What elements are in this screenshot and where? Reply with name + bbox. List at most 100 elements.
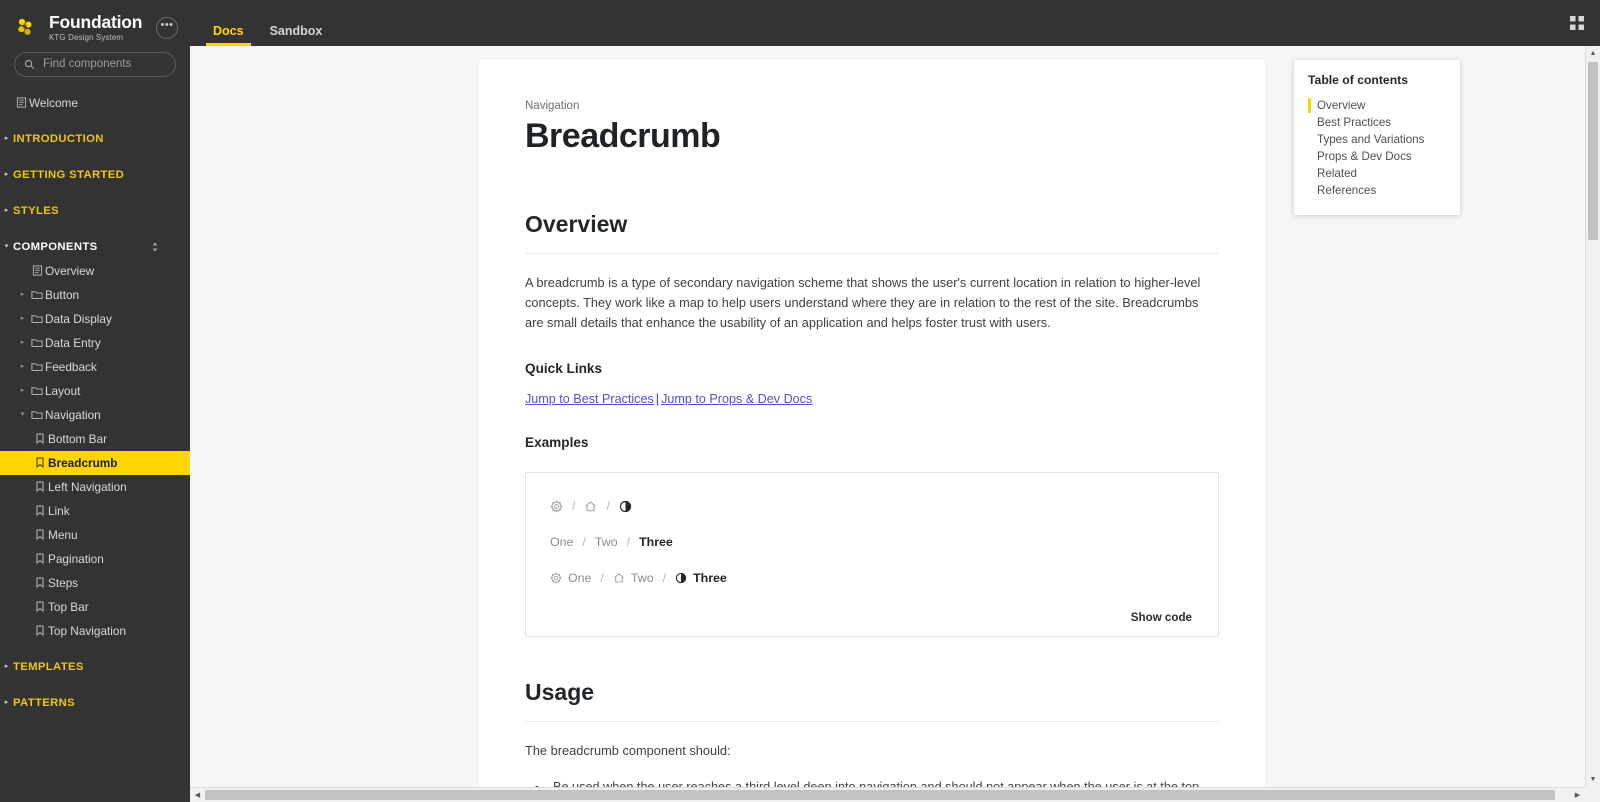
sidebar-section-patterns[interactable]: ▸ PATTERNS xyxy=(0,691,190,715)
story-icon xyxy=(32,553,48,564)
scroll-left-arrow-icon[interactable]: ◀ xyxy=(190,788,205,802)
toc-item-related[interactable]: Related xyxy=(1317,165,1446,182)
toc-item-best-practices[interactable]: Best Practices xyxy=(1317,114,1446,131)
sidebar-item-label: Top Navigation xyxy=(48,623,127,638)
breadcrumb-separator: / xyxy=(662,571,667,586)
fullscreen-icon[interactable] xyxy=(1568,14,1586,32)
chevron-right-icon: ▸ xyxy=(4,207,9,214)
breadcrumb-item[interactable]: Two xyxy=(595,535,618,549)
sidebar-item-navigation[interactable]: ▾ Navigation xyxy=(0,403,190,427)
sort-icon[interactable] xyxy=(150,241,160,253)
breadcrumb-separator: / xyxy=(606,499,610,514)
toc-item-types-and-variations[interactable]: Types and Variations xyxy=(1317,131,1446,148)
sidebar-item-data-entry[interactable]: ▸ Data Entry xyxy=(0,331,190,355)
tab-docs[interactable]: Docs xyxy=(200,24,257,47)
gear-icon xyxy=(550,500,563,513)
sidebar-section-introduction[interactable]: ▸ INTRODUCTION xyxy=(0,127,190,151)
sidebar-item-button[interactable]: ▸ Button xyxy=(0,283,190,307)
link-jump-props-dev-docs[interactable]: Jump to Props & Dev Docs xyxy=(661,392,812,406)
link-separator: | xyxy=(655,392,660,407)
sidebar-item-left-navigation[interactable]: Left Navigation xyxy=(0,475,190,499)
sidebar-item-label: Navigation xyxy=(45,407,101,422)
sidebar-item-bottom-bar[interactable]: Bottom Bar xyxy=(0,427,190,451)
breadcrumb-example-text-only: One / Two / Three xyxy=(550,535,1194,549)
sidebar-item-link[interactable]: Link xyxy=(0,499,190,523)
show-code-row: Show code xyxy=(550,607,1194,626)
scroll-down-arrow-icon[interactable]: ▼ xyxy=(1586,772,1600,787)
brand-subtitle: KTG Design System xyxy=(49,32,124,42)
vertical-scrollbar[interactable]: ▲ ▼ xyxy=(1585,46,1600,787)
sidebar-item-layout[interactable]: ▸ Layout xyxy=(0,379,190,403)
sidebar-item-label: Link xyxy=(48,503,70,518)
breadcrumb-item-current xyxy=(619,500,632,513)
sidebar-item-pagination[interactable]: Pagination xyxy=(0,547,190,571)
sidebar-item-label: Button xyxy=(45,287,80,302)
breadcrumb-example-icon-text: One / Two / Three xyxy=(550,571,1194,585)
scroll-up-arrow-icon[interactable]: ▲ xyxy=(1586,46,1600,61)
sidebar-item-top-navigation[interactable]: Top Navigation xyxy=(0,619,190,643)
story-icon xyxy=(32,433,48,444)
folder-icon xyxy=(29,289,45,300)
scroll-right-arrow-icon[interactable]: ▶ xyxy=(1570,788,1585,802)
more-options-button[interactable]: ••• xyxy=(156,16,178,39)
breadcrumb-item[interactable] xyxy=(584,500,597,513)
tab-sandbox[interactable]: Sandbox xyxy=(257,24,336,47)
toc-item-overview[interactable]: Overview xyxy=(1308,97,1446,114)
sidebar-section-styles[interactable]: ▸ STYLES xyxy=(0,199,190,223)
usage-intro: The breadcrumb component should: xyxy=(525,743,731,759)
breadcrumb-separator: / xyxy=(582,535,586,550)
sidebar-item-breadcrumb[interactable]: Breadcrumb xyxy=(0,450,190,475)
top-toolbar: Docs Sandbox xyxy=(190,0,1600,46)
sidebar-section-getting-started[interactable]: ▸ GETTING STARTED xyxy=(0,163,190,187)
breadcrumb-separator: / xyxy=(600,571,604,586)
toc-title: Table of contents xyxy=(1308,73,1408,87)
sidebar-section-label: PATTERNS xyxy=(13,696,76,709)
search-box[interactable]: / xyxy=(14,51,190,77)
toc-item-references[interactable]: References xyxy=(1317,182,1446,199)
breadcrumb-item[interactable] xyxy=(550,500,563,513)
search-section: / xyxy=(0,51,190,77)
gear-icon xyxy=(550,572,562,584)
breadcrumb-item[interactable]: One xyxy=(550,571,591,585)
search-icon xyxy=(24,59,35,70)
chevron-right-icon: ▸ xyxy=(4,663,9,670)
sidebar-section-label: INTRODUCTION xyxy=(13,132,104,145)
contrast-icon xyxy=(619,500,632,513)
sidebar-section-label: TEMPLATES xyxy=(13,660,84,673)
sidebar-section-components[interactable]: ▾ COMPONENTS xyxy=(0,235,190,259)
vertical-scrollbar-thumb[interactable] xyxy=(1588,62,1598,240)
chevron-right-icon: ▸ xyxy=(20,315,25,322)
folder-icon xyxy=(29,385,45,396)
sidebar-item-label: Welcome xyxy=(29,95,78,110)
chevron-down-icon: ▾ xyxy=(4,243,9,250)
sidebar-item-label: Top Bar xyxy=(48,599,89,614)
breadcrumb-example-icons-only: / / xyxy=(550,499,1194,513)
sidebar-item-welcome[interactable]: Welcome xyxy=(0,91,190,115)
page-title: Breadcrumb xyxy=(525,117,721,155)
sidebar-item-steps[interactable]: Steps xyxy=(0,571,190,595)
story-icon xyxy=(32,577,48,588)
chevron-right-icon: ▸ xyxy=(4,171,9,178)
breadcrumb-item[interactable]: Two xyxy=(613,571,654,585)
sidebar-item-feedback[interactable]: ▸ Feedback xyxy=(0,355,190,379)
search-input[interactable] xyxy=(41,57,190,71)
horizontal-scrollbar[interactable]: ◀ ▶ xyxy=(190,787,1585,802)
folder-icon xyxy=(29,361,45,372)
sidebar-item-top-bar[interactable]: Top Bar xyxy=(0,595,190,619)
home-icon xyxy=(613,572,625,584)
main-area: Docs Sandbox Navigation Breadcrumb Overv… xyxy=(190,0,1600,802)
breadcrumb-item-label: Three xyxy=(693,571,727,586)
sidebar-item-data-display[interactable]: ▸ Data Display xyxy=(0,307,190,331)
sidebar-section-templates[interactable]: ▸ TEMPLATES xyxy=(0,655,190,679)
chevron-right-icon: ▸ xyxy=(20,363,25,370)
toc-item-props-dev-docs[interactable]: Props & Dev Docs xyxy=(1317,148,1446,165)
sidebar-item-label: Breadcrumb xyxy=(48,455,118,470)
sidebar-item-menu[interactable]: Menu xyxy=(0,523,190,547)
breadcrumb-item[interactable]: One xyxy=(550,535,573,549)
contrast-icon xyxy=(675,572,687,584)
docs-canvas: Navigation Breadcrumb Overview A breadcr… xyxy=(190,46,1600,802)
link-jump-best-practices[interactable]: Jump to Best Practices xyxy=(525,392,654,406)
sidebar-item-overview[interactable]: Overview xyxy=(0,259,190,283)
show-code-button[interactable]: Show code xyxy=(1131,611,1192,624)
horizontal-scrollbar-thumb[interactable] xyxy=(205,790,1555,800)
